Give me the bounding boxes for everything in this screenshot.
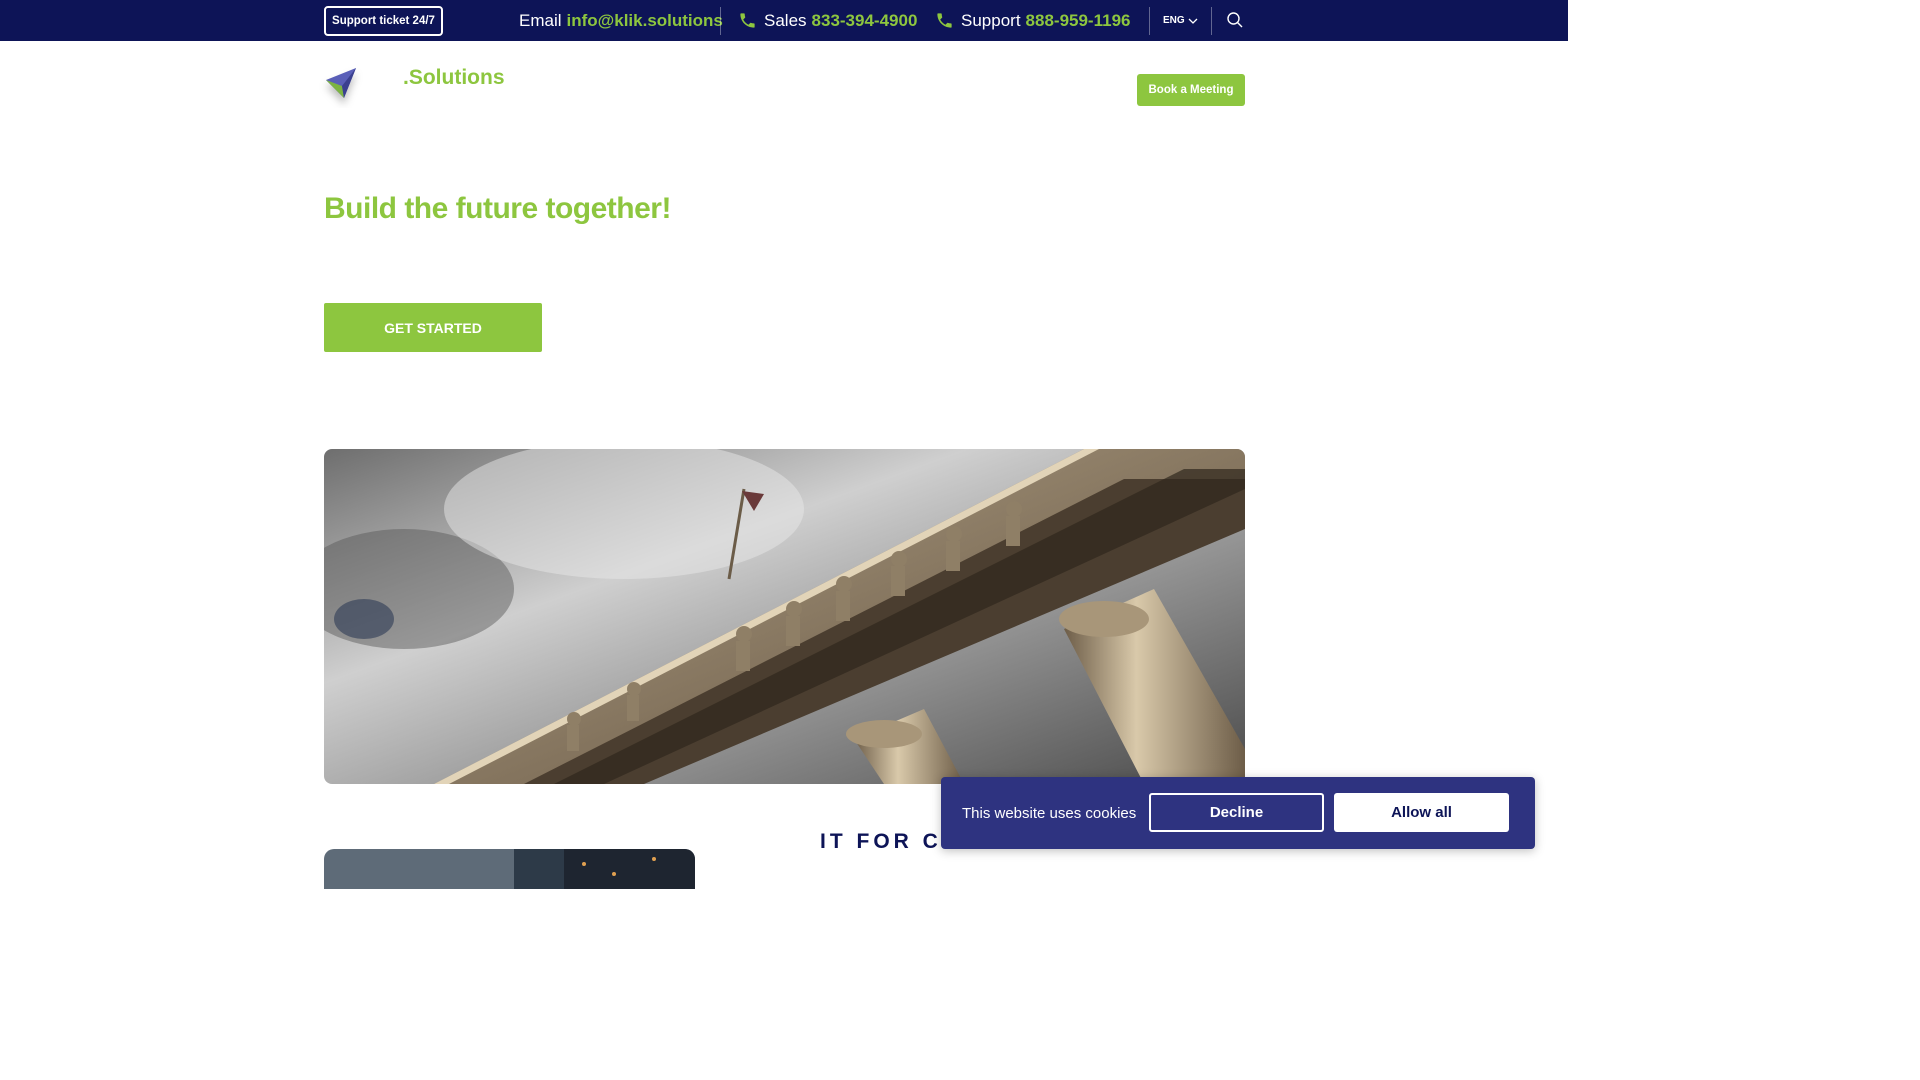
decline-cookies-button[interactable]: Decline: [1149, 793, 1324, 832]
cookie-banner: This website uses cookies Decline Allow …: [941, 777, 1535, 849]
cookie-message: This website uses cookies: [962, 804, 1137, 822]
divider: [1211, 7, 1212, 35]
email-contact[interactable]: Email info@klik.solutions: [519, 0, 723, 41]
sales-label: Sales: [764, 10, 807, 30]
brand-name: .Solutions: [403, 66, 505, 89]
support-contact[interactable]: Support 888-959-1196: [935, 0, 1130, 41]
sales-contact[interactable]: Sales 833-394-4900: [738, 0, 917, 41]
support-phone-link[interactable]: 888-959-1196: [1026, 11, 1131, 31]
get-started-button[interactable]: GET STARTED: [324, 303, 542, 352]
sales-phone-link[interactable]: 833-394-4900: [812, 11, 918, 31]
divider: [720, 7, 721, 35]
hero-title: Build the future together!: [324, 192, 671, 225]
language-label: ENG: [1163, 15, 1185, 26]
support-ticket-button[interactable]: Support ticket 24/7: [324, 6, 443, 36]
search-icon: [1227, 12, 1243, 28]
book-meeting-button[interactable]: Book a Meeting: [1137, 74, 1245, 106]
search-button[interactable]: [1226, 11, 1244, 29]
support-label: Support: [961, 10, 1021, 30]
divider: [1149, 7, 1150, 35]
top-bar: Support ticket 24/7 Email info@klik.solu…: [0, 0, 1568, 41]
logo[interactable]: [318, 62, 368, 108]
email-link[interactable]: info@klik.solutions: [567, 11, 723, 31]
hero-image: [324, 449, 1245, 784]
section-image: [324, 849, 695, 889]
language-selector[interactable]: ENG: [1163, 0, 1198, 41]
phone-icon: [738, 11, 757, 30]
phone-icon: [935, 11, 954, 30]
allow-all-cookies-button[interactable]: Allow all: [1334, 793, 1509, 832]
chevron-down-icon: [1188, 18, 1198, 24]
email-label: Email: [519, 10, 562, 30]
